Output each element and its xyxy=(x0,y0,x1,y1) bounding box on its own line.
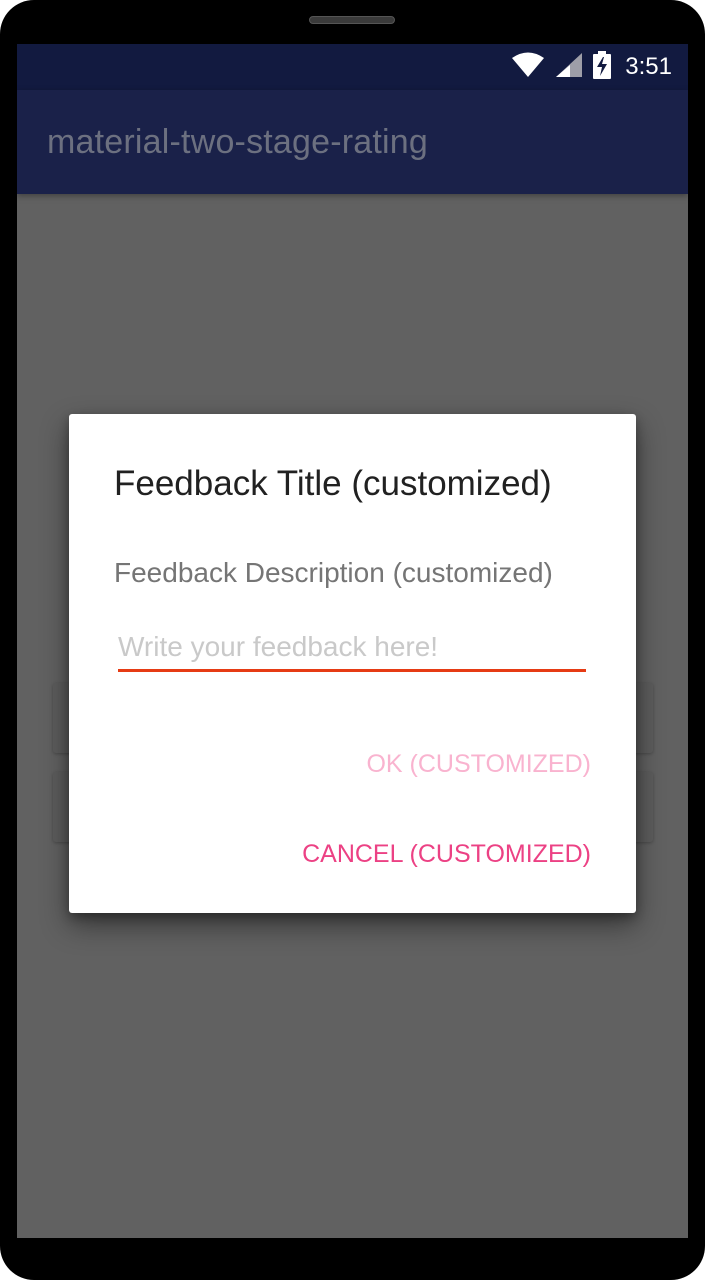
battery-charging-icon xyxy=(593,50,612,84)
ok-button[interactable]: OK (CUSTOMIZED) xyxy=(366,750,591,779)
screen: 3:51 material-two-stage-rating Feedback … xyxy=(17,44,688,1238)
dialog-title: Feedback Title (customized) xyxy=(114,464,552,503)
cancel-button[interactable]: CANCEL (CUSTOMIZED) xyxy=(302,840,591,869)
app-bar: material-two-stage-rating xyxy=(17,90,688,194)
feedback-input[interactable] xyxy=(118,624,586,672)
dialog-description: Feedback Description (customized) xyxy=(114,557,553,588)
status-time: 3:51 xyxy=(625,53,672,80)
device-frame: 3:51 material-two-stage-rating Feedback … xyxy=(0,0,705,1280)
cell-signal-icon xyxy=(555,52,583,83)
app-title: material-two-stage-rating xyxy=(47,123,429,161)
status-icons: 3:51 xyxy=(511,50,672,84)
status-bar: 3:51 xyxy=(17,44,688,90)
wifi-icon xyxy=(511,52,545,83)
speaker-grille xyxy=(309,16,395,24)
feedback-dialog: Feedback Title (customized) Feedback Des… xyxy=(69,414,636,913)
